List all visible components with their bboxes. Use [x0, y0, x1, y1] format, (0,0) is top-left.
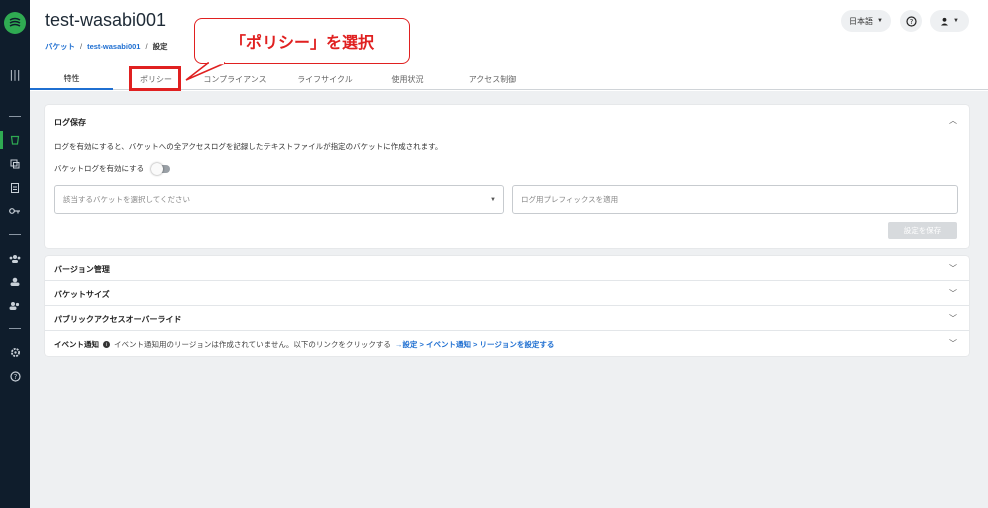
- caret-down-icon: ▼: [877, 18, 883, 24]
- breadcrumb: バケット / test-wasabi001 / 設定: [45, 41, 168, 52]
- section-divider: [45, 280, 969, 281]
- save-settings-button[interactable]: 設定を保存: [888, 222, 957, 239]
- chevron-down-icon[interactable]: ﹀: [949, 263, 957, 274]
- tab-access-control[interactable]: アクセス制御: [455, 68, 530, 90]
- menu-icon[interactable]: |||: [0, 66, 30, 82]
- highlight-box: [129, 66, 181, 91]
- copy-icon[interactable]: [0, 156, 30, 172]
- event-message: イベント通知用のリージョンは作成されていません。以下のリンクをクリックする: [114, 340, 391, 349]
- event-region-link[interactable]: →設定 > イベント通知 > リージョンを設定する: [395, 339, 554, 350]
- caret-down-icon: ▼: [490, 196, 496, 203]
- breadcrumb-separator: /: [145, 42, 148, 51]
- chevron-down-icon[interactable]: ﹀: [949, 338, 957, 349]
- tab-usage[interactable]: 使用状況: [375, 68, 440, 90]
- chevron-down-icon[interactable]: ﹀: [949, 288, 957, 299]
- chevron-up-icon[interactable]: ︿: [949, 115, 957, 126]
- svg-text:?: ?: [13, 373, 17, 381]
- gear-icon[interactable]: [0, 344, 30, 360]
- team-icon[interactable]: [0, 250, 30, 266]
- breadcrumb-bucket-name-link[interactable]: test-wasabi001: [87, 42, 140, 51]
- bucket-icon[interactable]: [0, 132, 30, 148]
- breadcrumb-current: 設定: [152, 42, 168, 51]
- key-icon[interactable]: [0, 203, 30, 219]
- log-toggle-switch[interactable]: [151, 162, 171, 175]
- wasabi-logo-icon[interactable]: [4, 12, 26, 34]
- help-button[interactable]: ?: [900, 10, 922, 32]
- caret-down-icon: ▼: [953, 18, 959, 24]
- user-icon: [941, 17, 949, 25]
- section-divider: [45, 330, 969, 331]
- page-title: test-wasabi001: [45, 10, 167, 30]
- collapsed-sections-card: バージョン管理 ﹀ バケットサイズ ﹀ パブリックアクセスオーバーライド ﹀ イ…: [45, 256, 969, 356]
- breadcrumb-bucket-link[interactable]: バケット: [45, 41, 75, 52]
- tab-compliance[interactable]: コンプライアンス: [190, 68, 280, 90]
- log-settings-card: ログ保存 ︿ ログを有効にすると、バケットへの全アクセスログを記録したテキストフ…: [45, 105, 969, 248]
- public-access-override-section-title[interactable]: パブリックアクセスオーバーライド: [54, 314, 182, 325]
- event-section-title[interactable]: イベント通知: [54, 339, 99, 350]
- chevron-down-icon[interactable]: ﹀: [949, 313, 957, 324]
- section-divider: [45, 305, 969, 306]
- bucket-select[interactable]: 該当するバケットを選択してください ▼: [54, 185, 504, 214]
- log-toggle-label: バケットログを有効にする: [54, 164, 145, 173]
- clipboard-icon[interactable]: [0, 179, 30, 195]
- log-prefix-input[interactable]: ログ用プレフィックスを適用: [512, 185, 958, 214]
- log-description: ログを有効にすると、バケットへの全アクセスログを記録したテキストファイルが指定の…: [54, 142, 443, 151]
- bucket-size-section-title[interactable]: バケットサイズ: [54, 289, 110, 300]
- info-icon: i: [103, 341, 110, 348]
- event-notification-row: イベント通知 i イベント通知用のリージョンは作成されていません。以下のリンクを…: [54, 339, 554, 350]
- versioning-section-title[interactable]: バージョン管理: [54, 264, 110, 275]
- svg-text:?: ?: [909, 18, 913, 26]
- callout-annotation: 「ポリシー」を選択: [194, 18, 410, 64]
- user-menu-button[interactable]: ▼: [930, 10, 969, 32]
- breadcrumb-separator: /: [80, 42, 83, 51]
- main-content: ログ保存 ︿ ログを有効にすると、バケットへの全アクセスログを記録したテキストフ…: [30, 91, 988, 508]
- language-label: 日本語: [849, 16, 874, 26]
- log-section-title: ログ保存: [54, 118, 86, 127]
- tab-properties[interactable]: 特性: [30, 68, 113, 90]
- log-prefix-placeholder: ログ用プレフィックスを適用: [521, 195, 619, 204]
- sidebar-divider: [9, 234, 21, 235]
- users-icon[interactable]: [0, 297, 30, 313]
- log-toggle-row: バケットログを有効にする: [54, 162, 171, 175]
- sidebar-divider: [9, 328, 21, 329]
- bucket-select-placeholder: 該当するバケットを選択してください: [63, 195, 191, 204]
- tab-lifecycle[interactable]: ライフサイクル: [285, 68, 365, 90]
- help-circle-icon: ?: [905, 15, 917, 27]
- help-icon[interactable]: ?: [0, 368, 30, 384]
- sidebar-divider: [9, 116, 21, 117]
- sidebar: ||| ?: [0, 0, 30, 508]
- group-icon[interactable]: [0, 273, 30, 289]
- language-selector[interactable]: 日本語 ▼: [841, 10, 891, 32]
